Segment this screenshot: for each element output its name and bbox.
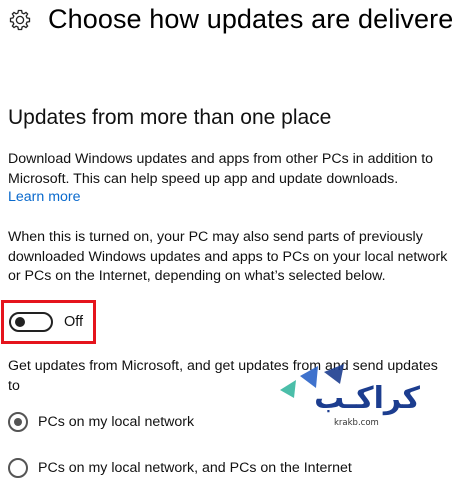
radio-dot bbox=[14, 418, 22, 426]
section-title: Updates from more than one place bbox=[8, 106, 332, 129]
page-title: Choose how updates are delivered bbox=[48, 4, 452, 34]
toggle-state-label: Off bbox=[64, 314, 84, 330]
radio-label: PCs on my local network bbox=[38, 414, 195, 430]
learn-more-link[interactable]: Learn more bbox=[8, 189, 81, 205]
toggle-knob bbox=[15, 317, 25, 327]
section-description: Download Windows updates and apps from o… bbox=[8, 151, 434, 187]
section-explanation: When this is turned on, your PC may also… bbox=[8, 229, 448, 284]
radio-button[interactable] bbox=[8, 458, 28, 478]
watermark-domain: krakb.com bbox=[334, 418, 379, 428]
radio-option-local-and-internet[interactable]: PCs on my local network, and PCs on the … bbox=[8, 458, 352, 478]
page-header: Choose how updates are delivered bbox=[8, 4, 452, 35]
radio-label: PCs on my local network, and PCs on the … bbox=[38, 460, 352, 476]
radio-option-local-network[interactable]: PCs on my local network bbox=[8, 412, 194, 432]
source-prompt: Get updates from Microsoft, and get upda… bbox=[8, 358, 438, 394]
updates-toggle-switch[interactable] bbox=[9, 312, 53, 332]
radio-button[interactable] bbox=[8, 412, 28, 432]
gear-icon bbox=[9, 9, 31, 30]
toggle-row: Off bbox=[9, 312, 83, 332]
